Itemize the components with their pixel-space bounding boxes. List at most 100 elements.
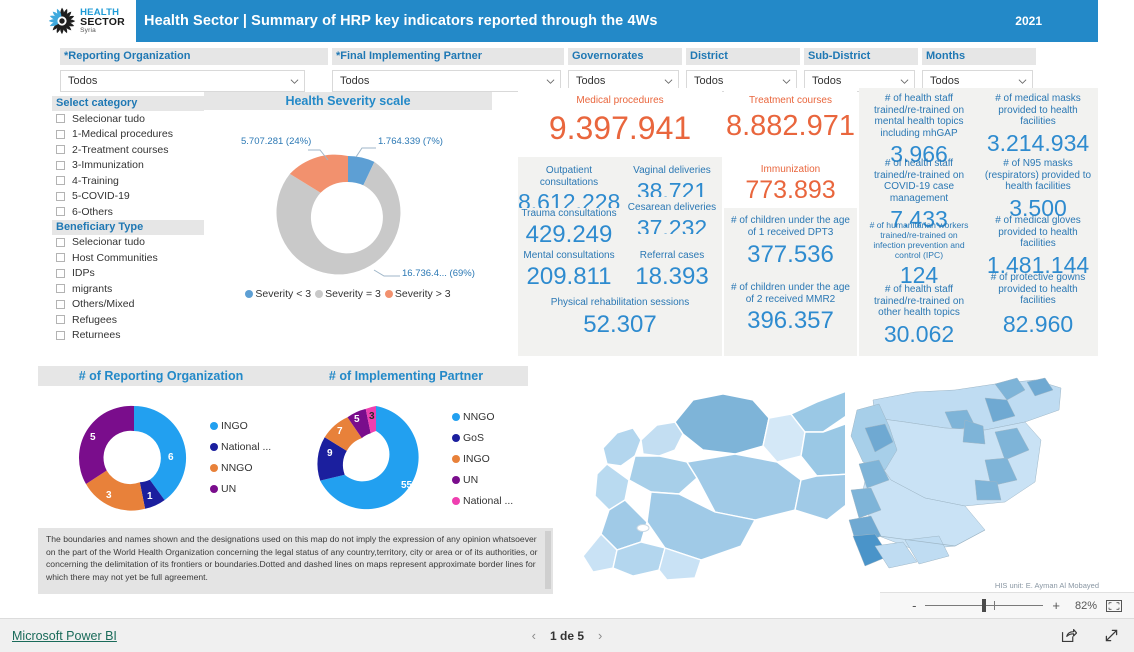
kpi-card-medical-masks[interactable]: # of medical masks provided to health fa…: [979, 93, 1097, 155]
legend-item-gt3[interactable]: Severity > 3: [384, 288, 451, 300]
checkbox-returnees[interactable]: Returnees: [52, 328, 204, 344]
zoom-in-button[interactable]: +: [1052, 599, 1060, 612]
checkbox-training[interactable]: 4-Training: [52, 173, 204, 189]
checkbox-host-communities[interactable]: Host Communities: [52, 250, 204, 266]
kpi-card-medical-gloves[interactable]: # of medical gloves provided to health f…: [979, 215, 1097, 277]
chevron-left-icon[interactable]: ‹: [532, 628, 536, 643]
legend-item-un[interactable]: UN: [210, 483, 271, 495]
kpi-card-trauma[interactable]: Trauma consultations 429.249: [518, 208, 620, 247]
filter-label: District: [686, 48, 800, 65]
page-navigation: ‹ 1 de 5 ›: [532, 628, 603, 643]
disclaimer-scrollbar[interactable]: [545, 531, 551, 589]
checkbox-select-all-beneficiary[interactable]: Selecionar tudo: [52, 235, 204, 251]
kpi-card-mhgap[interactable]: # of health staff trained/re-trained on …: [861, 93, 977, 166]
page-title: Health Sector | Summary of HRP key indic…: [144, 13, 658, 29]
filter-value: Todos: [930, 75, 960, 87]
filter-governorates: Governorates Todos: [568, 48, 682, 92]
legend-item-ingo[interactable]: INGO: [210, 420, 271, 432]
map-disclaimer-box[interactable]: The boundaries and names shown and the d…: [38, 528, 553, 594]
fit-to-page-icon[interactable]: [1106, 599, 1122, 612]
governorate-choropleth-map[interactable]: [555, 370, 845, 585]
legend-label: National ...: [221, 441, 272, 453]
legend-swatch-icon: [452, 476, 460, 484]
checkbox-icon[interactable]: [56, 145, 65, 155]
checkbox-select-all-category[interactable]: Selecionar tudo: [52, 111, 204, 127]
health-severity-donut-chart[interactable]: 5.707.281 (24%) 1.764.339 (7%) 16.736.4.…: [204, 110, 492, 308]
zoom-slider-thumb[interactable]: [982, 599, 987, 612]
checkbox-icon[interactable]: [56, 284, 65, 294]
kpi-title: Physical rehabilitation sessions: [550, 297, 690, 308]
fullscreen-icon[interactable]: [1103, 627, 1120, 644]
checkbox-icon[interactable]: [56, 129, 65, 139]
kpi-card-medical-procedures[interactable]: Medical procedures 9.397.941: [518, 88, 722, 155]
legend-item-national[interactable]: National ...: [452, 495, 513, 507]
checkbox-icon[interactable]: [56, 237, 65, 247]
implementing-partner-donut-svg: [317, 406, 419, 510]
checkbox-covid-19[interactable]: 5-COVID-19: [52, 189, 204, 205]
kpi-card-n95-masks[interactable]: # of N95 masks (respirators) provided to…: [979, 158, 1097, 217]
kpi-card-ipc[interactable]: # of humanitarian workers trained/re-tra…: [861, 220, 977, 287]
zoom-slider[interactable]: [925, 599, 1044, 612]
checkbox-icon[interactable]: [56, 191, 65, 201]
kpi-card-other-health-topics[interactable]: # of health staff trained/re-trained on …: [861, 284, 977, 349]
legend-item-ingo[interactable]: INGO: [452, 453, 513, 465]
checkbox-icon[interactable]: [56, 207, 65, 217]
checkbox-refugees[interactable]: Refugees: [52, 312, 204, 328]
kpi-value: 8.882.971: [725, 109, 855, 142]
checkbox-medical-procedures[interactable]: 1-Medical procedures: [52, 127, 204, 143]
legend-item-eq3[interactable]: Severity = 3: [315, 288, 381, 300]
checkbox-idps[interactable]: IDPs: [52, 266, 204, 282]
kpi-value: 3.214.934: [986, 129, 1090, 156]
severity-label-lt3: 1.764.339 (7%): [378, 136, 443, 147]
zoom-out-button[interactable]: -: [912, 599, 916, 612]
kpi-value: 773.893: [745, 175, 836, 204]
kpi-card-mental[interactable]: Mental consultations 209.811: [518, 250, 620, 289]
checkbox-icon[interactable]: [56, 268, 65, 278]
checkbox-migrants[interactable]: migrants: [52, 281, 204, 297]
kpi-card-physical-rehab[interactable]: Physical rehabilitation sessions 52.307: [518, 297, 722, 337]
kpi-card-vaginal-deliveries[interactable]: Vaginal deliveries 38.721: [622, 165, 722, 197]
legend-item-national[interactable]: National ...: [210, 441, 271, 453]
severity-label-eq3: 16.736.4... (69%): [402, 268, 475, 279]
legend-item-un[interactable]: UN: [452, 474, 513, 486]
map-credit-text: HIS unit: E. Ayman Al Mobayed: [994, 581, 1099, 590]
legend-item-lt3[interactable]: Severity < 3: [245, 288, 311, 300]
kpi-card-cesarean[interactable]: Cesarean deliveries 37.232: [622, 202, 722, 234]
legend-item-nngo[interactable]: NNGO: [210, 462, 271, 474]
kpi-value: 82.960: [1002, 310, 1074, 337]
checkbox-others[interactable]: 6-Others: [52, 204, 204, 220]
share-icon[interactable]: [1060, 627, 1077, 644]
filter-dropdown-reporting-organization[interactable]: Todos: [60, 70, 305, 92]
filter-label: Governorates: [568, 48, 682, 65]
implementing-partner-donut-chart[interactable]: 55 9 7 5 3 NNGO GoS INGO UN National ...: [284, 386, 528, 526]
legend-item-nngo[interactable]: NNGO: [452, 411, 513, 423]
kpi-card-referral[interactable]: Referral cases 18.393: [622, 250, 722, 289]
kpi-value: 18.393: [635, 262, 709, 290]
checkbox-icon[interactable]: [56, 160, 65, 170]
kpi-card-outpatient[interactable]: Outpatient consultations 8.612.228: [518, 165, 620, 208]
checkbox-others-mixed[interactable]: Others/Mixed: [52, 297, 204, 313]
subdistrict-choropleth-map[interactable]: [845, 370, 1115, 570]
kpi-card-mmr2[interactable]: # of children under the age of 2 receive…: [724, 282, 857, 333]
severity-label-gt3: 5.707.281 (24%): [241, 136, 312, 147]
kpi-card-immunization[interactable]: Immunization 773.893: [724, 160, 857, 206]
legend-item-gos[interactable]: GoS: [452, 432, 513, 444]
kpi-card-treatment-courses[interactable]: Treatment courses 8.882.971: [724, 88, 857, 155]
checkbox-icon[interactable]: [56, 330, 65, 340]
checkbox-icon[interactable]: [56, 176, 65, 186]
chevron-right-icon[interactable]: ›: [598, 628, 602, 643]
checkbox-immunization[interactable]: 3-Immunization: [52, 158, 204, 174]
checkbox-icon[interactable]: [56, 315, 65, 325]
select-category-heading: Select category: [52, 96, 204, 111]
powerbi-brand-link[interactable]: Microsoft Power BI: [12, 629, 117, 643]
checkbox-icon[interactable]: [56, 299, 65, 309]
kpi-value: 37.232: [636, 216, 708, 234]
organization-chart-headers: # of Reporting Organization # of Impleme…: [38, 366, 528, 386]
checkbox-icon[interactable]: [56, 253, 65, 263]
checkbox-label: IDPs: [72, 267, 95, 280]
checkbox-icon[interactable]: [56, 114, 65, 124]
reporting-organization-donut-chart[interactable]: 6 1 3 5 INGO National ... NNGO UN: [38, 386, 284, 526]
kpi-card-protective-gowns[interactable]: # of protective gowns provided to health…: [979, 272, 1097, 336]
checkbox-treatment-courses[interactable]: 2-Treatment courses: [52, 142, 204, 158]
kpi-card-dpt3[interactable]: # of children under the age of 1 receive…: [724, 215, 857, 267]
